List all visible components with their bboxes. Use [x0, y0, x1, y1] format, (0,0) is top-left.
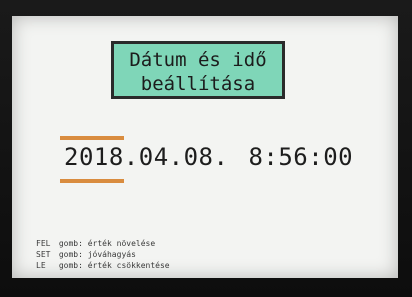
help-description: gomb: jóváhagyás: [58, 250, 136, 259]
help-key: FEL: [36, 239, 51, 248]
year-value: 2018: [64, 143, 124, 171]
year-field[interactable]: 2018: [60, 136, 124, 183]
help-line-le: LE gomb: érték csökkentése: [36, 260, 170, 271]
help-key: SET: [36, 250, 51, 259]
selection-cursor-top: [60, 136, 124, 140]
help-line-set: SET gomb: jóváhagyás: [36, 249, 170, 260]
lcd-screen: Dátum és idő beállítása 2018 .04.08. 8:56…: [12, 16, 398, 278]
title-line-2: beállítása: [140, 73, 256, 95]
help-text: FEL gomb: érték növelése SET gomb: jóváh…: [36, 238, 170, 271]
time-value[interactable]: 8:56:00: [248, 143, 353, 171]
help-description: gomb: érték csökkentése: [58, 261, 170, 270]
date-rest-value[interactable]: .04.08.: [124, 143, 229, 171]
help-line-fel: FEL gomb: érték növelése: [36, 238, 170, 249]
help-description: gomb: érték növelése: [58, 239, 156, 248]
datetime-display: 2018 .04.08. 8:56:00: [60, 136, 353, 183]
selection-cursor-bottom: [60, 179, 124, 183]
help-key: LE: [36, 261, 46, 270]
title-line-1: Dátum és idő: [129, 49, 267, 71]
title-box: Dátum és idő beállítása: [111, 41, 285, 99]
